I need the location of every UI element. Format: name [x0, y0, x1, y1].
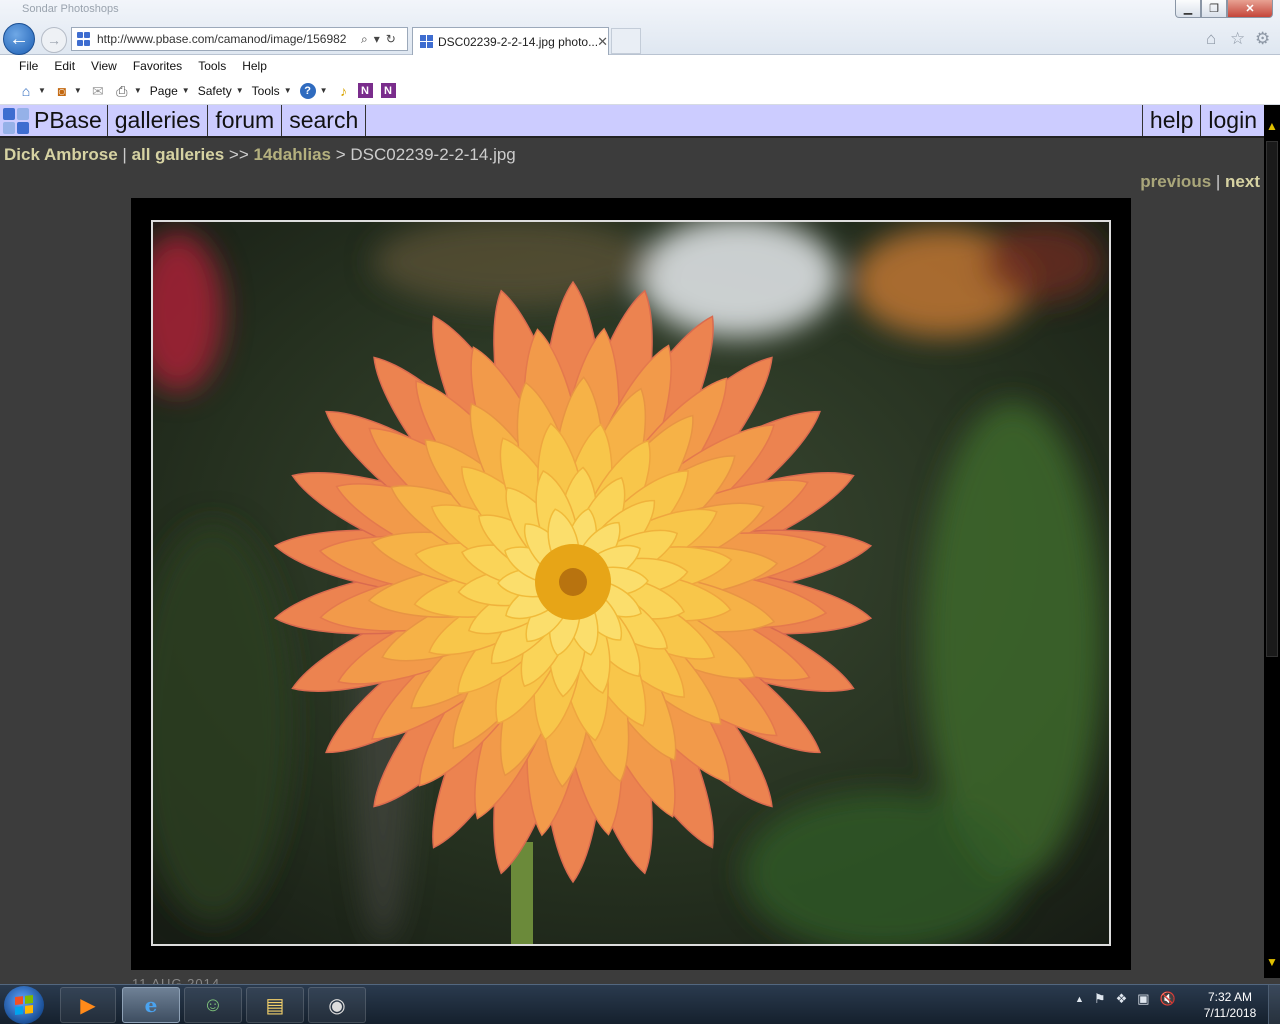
menu-favorites[interactable]: Favorites — [133, 59, 182, 73]
system-tray: ▲ ⚑ ❖ ▣ 🔇 — [1075, 991, 1176, 1007]
search-icon[interactable]: ⌕ — [361, 32, 368, 47]
address-dropdown-icon[interactable]: ▾ — [374, 32, 380, 46]
network-icon[interactable]: ▣ — [1137, 991, 1149, 1007]
flower-core — [559, 568, 587, 596]
breadcrumb-separator: | — [117, 145, 132, 164]
maximize-button[interactable]: ❐ — [1201, 0, 1227, 18]
nav-search[interactable]: search — [282, 105, 367, 136]
start-button[interactable] — [4, 986, 44, 1024]
menu-help[interactable]: Help — [242, 59, 267, 73]
dropbox-icon[interactable]: ❖ — [1116, 991, 1128, 1007]
browser-tab[interactable]: DSC02239-2-2-14.jpg photo... ✕ — [412, 27, 609, 55]
tray-expand-icon[interactable]: ▲ — [1075, 994, 1084, 1007]
nav-forum[interactable]: forum — [208, 105, 283, 136]
photo-viewer-icon[interactable]: ◉ — [308, 987, 366, 1023]
clock-date: 7/11/2018 — [1203, 1006, 1257, 1020]
scroll-up-arrow-icon[interactable]: ▲ — [1264, 119, 1280, 133]
research-icon[interactable]: ♪ — [336, 83, 352, 99]
menu-edit[interactable]: Edit — [54, 59, 75, 73]
settings-gear-icon[interactable]: ⚙ — [1255, 29, 1270, 49]
volume-muted-icon[interactable]: 🔇 — [1160, 991, 1176, 1007]
network-users-icon[interactable]: ☺ — [184, 987, 242, 1023]
system-clock[interactable]: 7:32 AM 7/11/2018 — [1195, 989, 1265, 1021]
favorites-star-icon[interactable]: ☆ — [1230, 29, 1245, 49]
command-bar: ⌂ ▼ ◙ ▼ ✉ ⎙ ▼ Page ▼ Safety ▼ Tools ▼ ? ▼ ♪ N N — [0, 77, 1280, 105]
menu-bar: File Edit View Favorites Tools Help — [0, 55, 1280, 77]
refresh-icon[interactable]: ↻ — [386, 32, 396, 46]
breadcrumb-current: DSC02239-2-2-14.jpg — [350, 145, 516, 164]
feeds-icon[interactable]: ◙ — [54, 83, 70, 99]
safety-menu[interactable]: Safety — [198, 84, 232, 98]
photo-frame — [131, 198, 1131, 970]
help-icon[interactable]: ? — [299, 82, 316, 99]
new-tab-button[interactable] — [611, 28, 641, 54]
onenote-icon[interactable]: N — [357, 83, 373, 98]
nav-help[interactable]: help — [1141, 105, 1200, 136]
vertical-scrollbar[interactable]: ▲ ▼ — [1264, 105, 1280, 978]
windows-taskbar: ▶ e ☺ ▤ ◉ ▲ ⚑ ❖ ▣ 🔇 7:32 AM 7/11/2018 — [0, 984, 1280, 1024]
onenote-linked-icon[interactable]: N — [380, 83, 396, 98]
site-header: PBase galleries forum search help login — [0, 105, 1264, 138]
mail-icon[interactable]: ✉ — [90, 83, 106, 99]
forward-button[interactable]: → — [41, 27, 67, 53]
back-button[interactable]: ← — [3, 23, 35, 55]
tab-favicon-icon — [420, 35, 433, 48]
pbase-logo-icon — [3, 107, 29, 134]
previous-link[interactable]: previous — [1140, 172, 1211, 191]
help-dropdown-icon[interactable]: ▼ — [320, 86, 328, 95]
show-desktop-button[interactable] — [1268, 985, 1280, 1024]
photo-pager: previous | next — [1140, 172, 1260, 192]
breadcrumb-owner-link[interactable]: Dick Ambrose — [4, 145, 118, 164]
menu-view[interactable]: View — [91, 59, 117, 73]
forward-arrow-icon: → — [47, 32, 61, 48]
site-favicon-icon — [77, 32, 91, 46]
clock-time: 7:32 AM — [1207, 990, 1253, 1004]
windows-logo-icon — [15, 995, 33, 1015]
breadcrumb-separator: > — [331, 145, 351, 164]
minimize-button[interactable]: ▁ — [1175, 0, 1201, 18]
browser-titlebar: Sondar Photoshops ▁ ❐ ✕ ← → http://www.p… — [0, 0, 1280, 55]
menu-file[interactable]: File — [19, 59, 38, 73]
tools-dropdown-icon[interactable]: ▼ — [284, 86, 292, 95]
back-arrow-icon: ← — [9, 27, 29, 50]
nav-login[interactable]: login — [1200, 105, 1264, 136]
action-center-flag-icon[interactable]: ⚑ — [1094, 991, 1106, 1007]
window-caption: Sondar Photoshops — [22, 3, 119, 15]
breadcrumb: Dick Ambrose | all galleries >> 14dahlia… — [4, 145, 516, 165]
address-bar[interactable]: http://www.pbase.com/camanod/image/15698… — [71, 27, 408, 51]
tab-close-icon[interactable]: ✕ — [597, 34, 608, 50]
scroll-down-arrow-icon[interactable]: ▼ — [1264, 955, 1280, 969]
print-dropdown-icon[interactable]: ▼ — [134, 86, 142, 95]
tab-title: DSC02239-2-2-14.jpg photo... — [438, 34, 598, 49]
address-url[interactable]: http://www.pbase.com/camanod/image/15698… — [97, 32, 355, 46]
menu-tools[interactable]: Tools — [198, 59, 226, 73]
nav-galleries[interactable]: galleries — [108, 105, 209, 136]
dahlia-photo[interactable] — [151, 220, 1111, 946]
home-icon[interactable]: ⌂ — [1206, 29, 1216, 49]
home-icon[interactable]: ⌂ — [18, 83, 34, 99]
print-icon[interactable]: ⎙ — [114, 83, 130, 99]
file-explorer-icon[interactable]: ▤ — [246, 987, 304, 1023]
page-dropdown-icon[interactable]: ▼ — [182, 86, 190, 95]
breadcrumb-separator: >> — [224, 145, 254, 164]
internet-explorer-icon[interactable]: e — [122, 987, 180, 1023]
tools-menu[interactable]: Tools — [252, 84, 280, 98]
dahlia-image — [153, 222, 1109, 944]
breadcrumb-all-galleries-link[interactable]: all galleries — [132, 145, 225, 164]
media-player-icon[interactable]: ▶ — [60, 987, 116, 1023]
scroll-thumb[interactable] — [1266, 141, 1278, 657]
pager-separator: | — [1211, 172, 1226, 191]
home-dropdown-icon[interactable]: ▼ — [38, 86, 46, 95]
page-menu[interactable]: Page — [150, 84, 178, 98]
next-link[interactable]: next — [1225, 172, 1260, 191]
pbase-logo-text: PBase — [34, 107, 102, 133]
close-button[interactable]: ✕ — [1227, 0, 1273, 18]
feeds-dropdown-icon[interactable]: ▼ — [74, 86, 82, 95]
safety-dropdown-icon[interactable]: ▼ — [236, 86, 244, 95]
breadcrumb-gallery-link[interactable]: 14dahlias — [254, 145, 332, 164]
pbase-logo[interactable]: PBase — [0, 105, 108, 136]
